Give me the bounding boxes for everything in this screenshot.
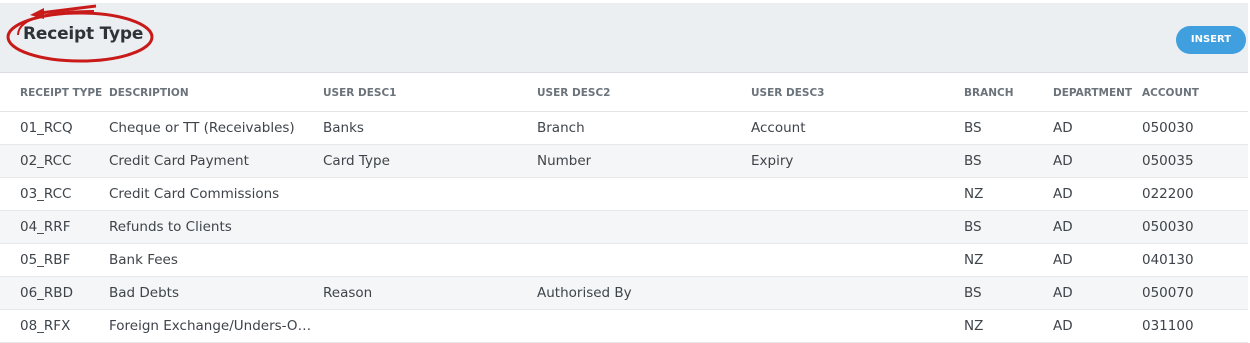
cell-user-desc2: Number (537, 153, 592, 169)
cell-account: 040130 (1142, 252, 1194, 268)
cell-branch: BS (964, 285, 982, 301)
cell-department: AD (1053, 153, 1073, 169)
cell-user-desc1: Card Type (323, 153, 390, 169)
cell-account: 022200 (1142, 186, 1194, 202)
table-row[interactable]: 06_RBD Bad Debts Reason Authorised By BS… (0, 277, 1248, 310)
cell-branch: BS (964, 120, 982, 136)
column-header-user-desc3[interactable]: USER DESC3 (751, 87, 824, 99)
cell-branch: BS (964, 153, 982, 169)
cell-user-desc1: Banks (323, 120, 364, 136)
cell-receipt-type: 05_RBF (20, 252, 71, 268)
column-header-user-desc1[interactable]: USER DESC1 (323, 87, 396, 99)
cell-description: Cheque or TT (Receivables) (109, 120, 295, 136)
table-row[interactable]: 05_RBF Bank Fees NZ AD 040130 (0, 244, 1248, 277)
table-row[interactable]: 03_RCC Credit Card Commissions NZ AD 022… (0, 178, 1248, 211)
page-header: Receipt Type INSERT (0, 3, 1248, 73)
cell-receipt-type: 06_RBD (20, 285, 73, 301)
title-annotation: Receipt Type (4, 3, 164, 69)
cell-department: AD (1053, 219, 1073, 235)
cell-department: AD (1053, 120, 1073, 136)
cell-account: 050035 (1142, 153, 1194, 169)
page-title: Receipt Type (23, 24, 144, 44)
cell-account: 031100 (1142, 318, 1194, 334)
cell-description: Refunds to Clients (109, 219, 232, 235)
table-row[interactable]: 08_RFX Foreign Exchange/Unders-Ov… NZ AD… (0, 310, 1248, 343)
table-row[interactable]: 01_RCQ Cheque or TT (Receivables) Banks … (0, 112, 1248, 145)
cell-user-desc2: Branch (537, 120, 585, 136)
insert-button[interactable]: INSERT (1176, 26, 1246, 54)
receipt-type-table: RECEIPT TYPE DESCRIPTION USER DESC1 USER… (0, 73, 1248, 343)
cell-description: Foreign Exchange/Unders-Ov… (109, 318, 317, 334)
column-header-description[interactable]: DESCRIPTION (109, 87, 189, 99)
cell-user-desc1: Reason (323, 285, 373, 301)
cell-receipt-type: 01_RCQ (20, 120, 73, 136)
cell-receipt-type: 02_RCC (20, 153, 72, 169)
cell-receipt-type: 03_RCC (20, 186, 72, 202)
column-header-account[interactable]: ACCOUNT (1142, 87, 1199, 99)
cell-department: AD (1053, 318, 1073, 334)
cell-description: Bad Debts (109, 285, 179, 301)
cell-branch: NZ (964, 186, 984, 202)
cell-receipt-type: 04_RRF (20, 219, 71, 235)
cell-branch: BS (964, 219, 982, 235)
column-header-branch[interactable]: BRANCH (964, 87, 1014, 99)
cell-user-desc3: Account (751, 120, 806, 136)
table-row[interactable]: 02_RCC Credit Card Payment Card Type Num… (0, 145, 1248, 178)
cell-department: AD (1053, 285, 1073, 301)
cell-account: 050030 (1142, 120, 1194, 136)
cell-account: 050030 (1142, 219, 1194, 235)
cell-receipt-type: 08_RFX (20, 318, 71, 334)
column-header-department[interactable]: DEPARTMENT (1053, 87, 1132, 99)
cell-user-desc2: Authorised By (537, 285, 632, 301)
cell-branch: NZ (964, 252, 984, 268)
cell-department: AD (1053, 186, 1073, 202)
column-header-receipt-type[interactable]: RECEIPT TYPE (20, 87, 102, 99)
cell-branch: NZ (964, 318, 984, 334)
table-row[interactable]: 04_RRF Refunds to Clients BS AD 050030 (0, 211, 1248, 244)
column-header-user-desc2[interactable]: USER DESC2 (537, 87, 610, 99)
cell-description: Bank Fees (109, 252, 178, 268)
cell-account: 050070 (1142, 285, 1194, 301)
table-header-row: RECEIPT TYPE DESCRIPTION USER DESC1 USER… (0, 73, 1248, 112)
cell-department: AD (1053, 252, 1073, 268)
cell-user-desc3: Expiry (751, 153, 794, 169)
cell-description: Credit Card Commissions (109, 186, 280, 202)
cell-description: Credit Card Payment (109, 153, 249, 169)
